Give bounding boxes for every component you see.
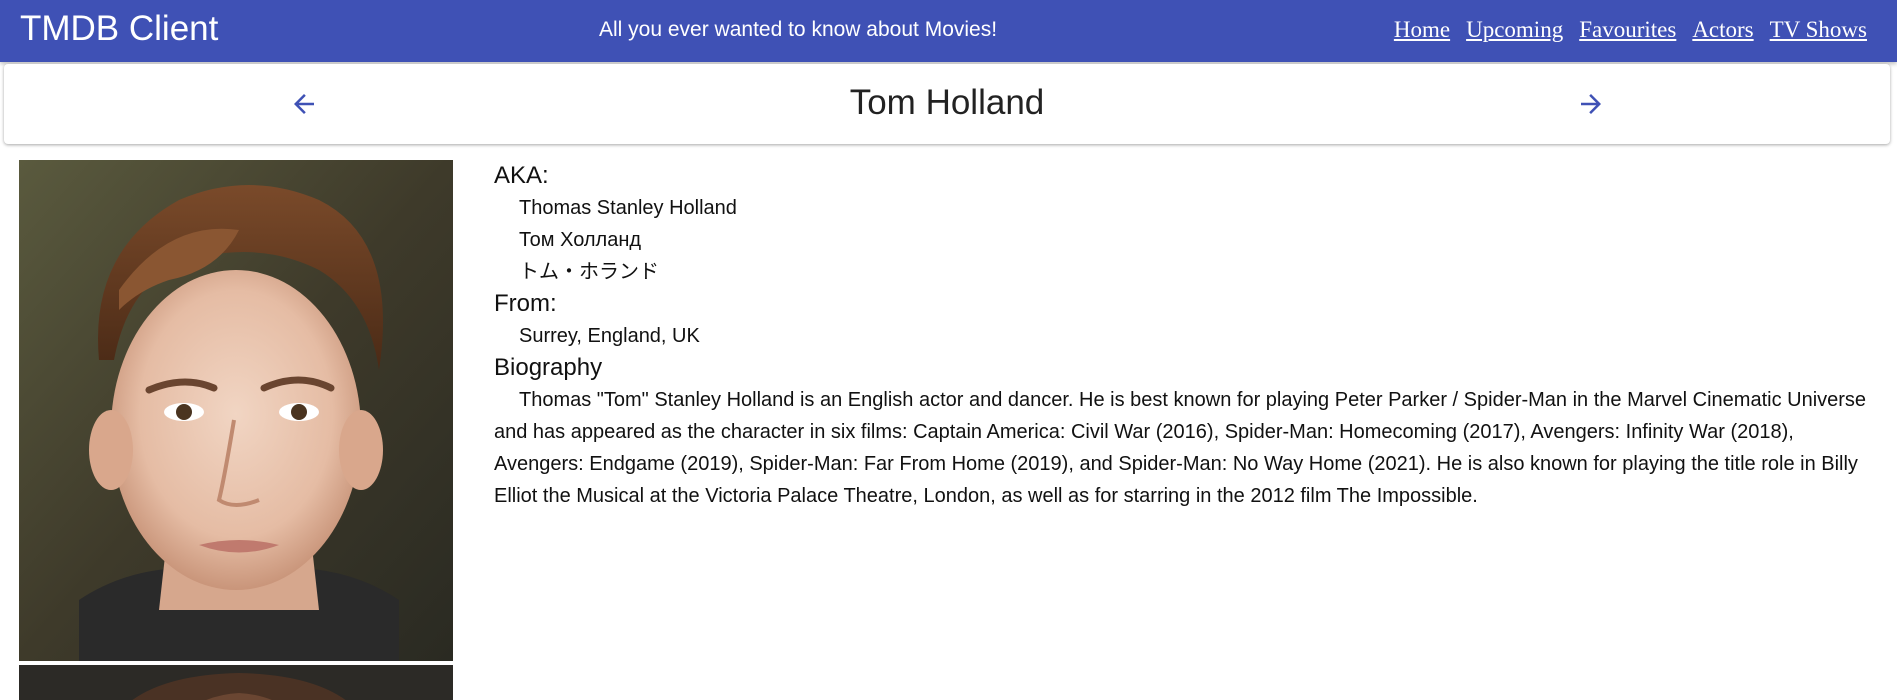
aka-item: Thomas Stanley Holland (519, 197, 737, 219)
arrow-back-icon (294, 94, 314, 114)
app-bar: TMDB Client All you ever wanted to know … (0, 0, 1897, 62)
nav-link-home[interactable]: Home (1394, 15, 1450, 45)
aka-label: AKA: (494, 162, 549, 189)
profile-photo[interactable] (19, 160, 453, 661)
app-tagline: All you ever wanted to know about Movies… (599, 18, 998, 41)
nav-link-favourites[interactable]: Favourites (1579, 15, 1676, 45)
nav-link-actors[interactable]: Actors (1692, 15, 1753, 45)
app-title: TMDB Client (20, 9, 219, 48)
biography-text: Thomas "Tom" Stanley Holland is an Engli… (494, 389, 1867, 507)
person-header-card: Tom Holland (4, 64, 1890, 144)
from-label: From: (494, 290, 557, 317)
aka-item: トム・ホランド (519, 261, 659, 283)
from-value: Surrey, England, UK (519, 325, 700, 347)
arrow-forward-icon (1581, 94, 1601, 114)
aka-list: Thomas Stanley Holland Том Холланд トム・ホラ… (494, 192, 1874, 288)
portrait-image-2 (19, 665, 453, 700)
aka-item: Том Холланд (519, 229, 642, 251)
main-nav: Home Upcoming Favourites Actors TV Shows (1394, 15, 1867, 45)
secondary-photo[interactable] (19, 665, 453, 700)
nav-link-tv-shows[interactable]: TV Shows (1770, 15, 1867, 45)
biography-label: Biography (494, 354, 603, 381)
next-button[interactable] (1571, 84, 1611, 124)
previous-button[interactable] (284, 84, 324, 124)
person-details: AKA: Thomas Stanley Holland Том Холланд … (494, 160, 1874, 512)
photo-column (19, 160, 453, 700)
portrait-image (19, 160, 453, 661)
nav-link-upcoming[interactable]: Upcoming (1466, 15, 1563, 45)
